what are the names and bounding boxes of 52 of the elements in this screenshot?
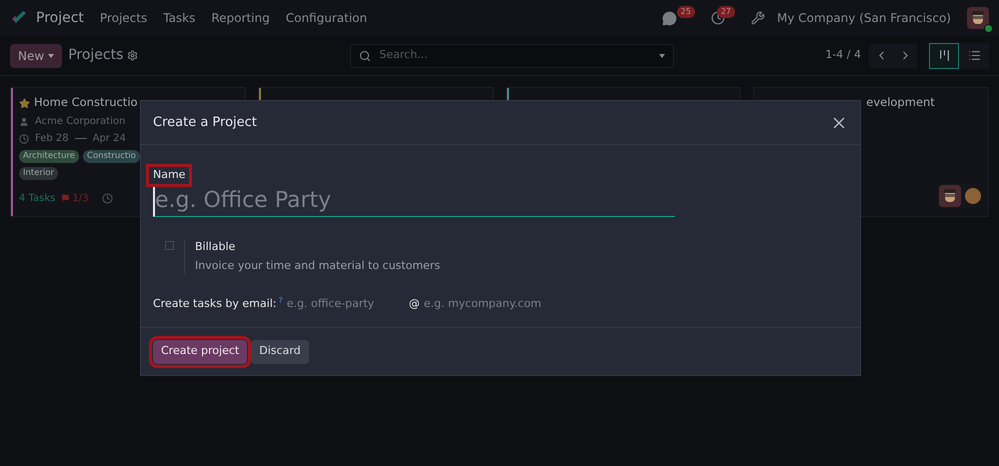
project-title: evelopment [866,94,935,112]
menu-item[interactable]: Projects [100,9,148,27]
billable-label: Billable [195,239,236,255]
member-avatar[interactable] [939,185,961,207]
app-logo-icon[interactable] [10,10,28,26]
email-alias-field[interactable]: e.g. office-party [286,296,407,312]
email-domain-field[interactable]: e.g. mycompany.com [424,296,544,312]
list-view-button[interactable] [959,42,989,68]
messages-count-badge: 25 [676,6,695,18]
search-input[interactable]: Search... [379,47,652,64]
pager-value: 1-4 / 4 [825,47,861,64]
star-icon[interactable] [19,98,30,108]
app-name[interactable]: Project [36,8,84,28]
tools-icon[interactable] [751,11,766,25]
company-switcher[interactable]: My Company (San Francisco) [777,9,951,27]
flag-icon [61,194,70,203]
create-project-button[interactable]: Create project [153,340,248,364]
dropdown-caret-icon[interactable] [659,54,666,58]
activity-icon[interactable] [102,193,114,204]
email-label: Create tasks by email: [153,296,276,312]
new-button[interactable]: New [10,44,62,68]
messages-icon[interactable] [662,10,677,26]
tag: Interior [19,166,58,180]
tag: Architecture [19,150,80,163]
kanban-icon [938,49,950,62]
menu-item[interactable]: Reporting [211,9,270,27]
kanban-view-button[interactable] [929,42,959,68]
billable-checkbox[interactable] [165,241,174,250]
at-sign: @ [408,296,420,312]
tasks-link[interactable]: 4 Tasks [19,191,56,206]
menu-item[interactable]: Tasks [163,9,196,27]
person-icon [19,116,29,126]
menu-item[interactable]: Configuration [286,9,368,27]
search-field[interactable]: Search... [350,44,674,68]
milestones-count: 1/3 [72,192,88,206]
member-avatar [965,188,981,204]
settings-icon[interactable] [127,50,138,61]
help-mark[interactable]: ? [278,296,283,306]
clock-icon [19,134,29,144]
start-date: Feb 28 [35,132,69,146]
customer-name: Acme Corporation [35,115,126,129]
tag: Constructio [83,150,140,163]
name-label: Name [149,167,190,184]
project-title: Home Constructio [34,94,138,112]
search-icon [359,50,372,62]
breadcrumb-title: Projects [68,46,124,65]
activities-count-badge: 27 [716,6,736,18]
billable-description: Invoice your time and material to customers [195,258,440,274]
end-date: Apr 24 [92,132,126,146]
discard-button[interactable]: Discard [251,340,309,364]
name-field[interactable]: e.g. Office Party [153,185,675,217]
list-icon [968,49,980,62]
